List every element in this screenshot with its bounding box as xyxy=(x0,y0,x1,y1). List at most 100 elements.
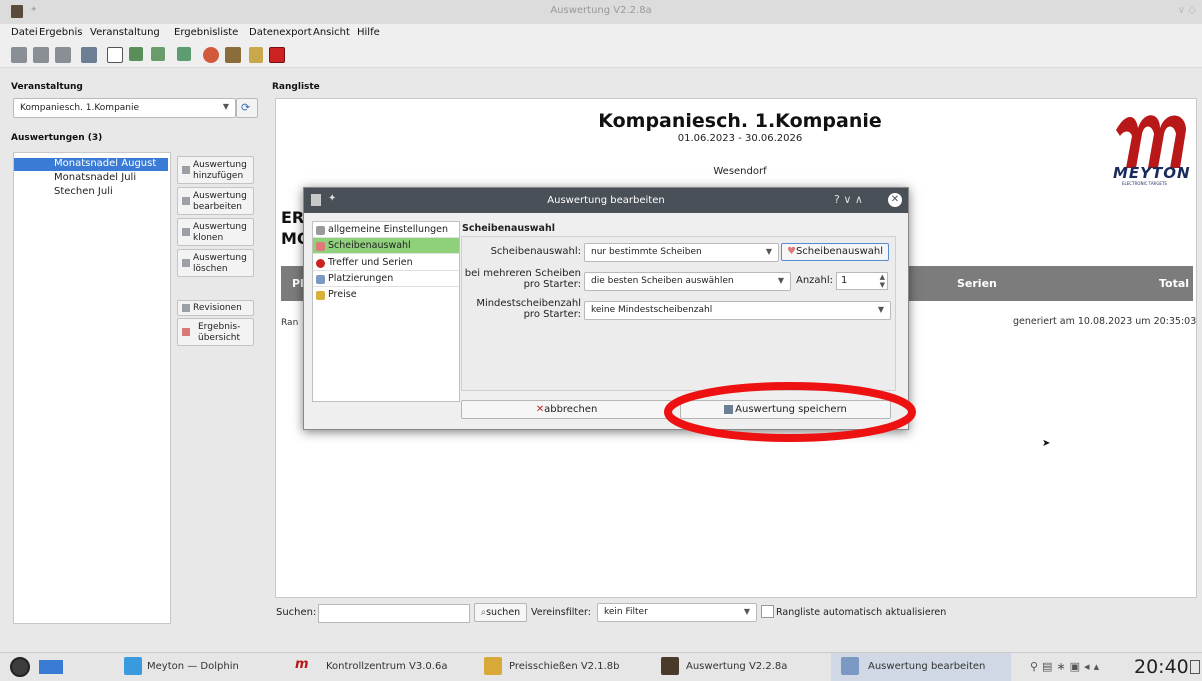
rangliste-title: Rangliste xyxy=(272,82,320,92)
nav-scheibenauswahl-label: Scheibenauswahl xyxy=(328,240,411,251)
show-desktop-icon[interactable] xyxy=(1190,660,1200,674)
menu-ergebnis[interactable]: Ergebnis xyxy=(39,27,82,38)
rangliste-footnote-partial: Ran xyxy=(281,318,299,328)
nav-platzierungen[interactable]: Platzierungen xyxy=(313,271,459,287)
generated-timestamp: generiert am 10.08.2023 um 20:35:03 xyxy=(1013,316,1197,327)
save-icon[interactable] xyxy=(81,47,97,63)
task-preisschiessen[interactable]: Preisschießen V2.1.8b xyxy=(472,653,652,681)
trophy-icon xyxy=(484,657,502,675)
settings-icon xyxy=(316,226,325,235)
menu-ergebnisliste[interactable]: Ergebnisliste xyxy=(174,27,238,38)
anzahl-value: 1 xyxy=(841,275,848,286)
ergebnisuebersicht-button[interactable]: Ergebnis-übersicht xyxy=(177,318,254,346)
delete-icon xyxy=(182,259,190,267)
nav-treffer-label: Treffer und Serien xyxy=(328,257,413,268)
menu-datei[interactable]: Datei xyxy=(11,27,38,38)
reload-veranstaltung-button[interactable]: ⟳ xyxy=(236,98,258,118)
add-auswertung-button[interactable]: Auswertung hinzufügen xyxy=(177,156,254,184)
menu-ansicht[interactable]: Ansicht xyxy=(313,27,350,38)
edit-icon xyxy=(182,197,190,205)
nav-platzierungen-label: Platzierungen xyxy=(328,273,394,284)
html-export-icon[interactable] xyxy=(129,47,143,61)
start-menu-icon[interactable] xyxy=(10,657,30,677)
revisionen-button[interactable]: Revisionen xyxy=(177,300,254,316)
cancel-button[interactable]: ✕abbrechen xyxy=(461,400,672,419)
menu-datenexport[interactable]: Datenexport xyxy=(249,27,312,38)
dialog-title: Auswertung bearbeiten xyxy=(547,195,665,206)
label-mehrere-scheiben: bei mehreren Scheiben pro Starter: xyxy=(464,268,581,290)
task-auswertung-bearbeiten[interactable]: Auswertung bearbeiten xyxy=(831,653,1011,681)
list-item[interactable]: Stechen Juli xyxy=(14,186,168,199)
printer-multi-icon[interactable] xyxy=(33,47,49,63)
task-dolphin[interactable]: Meyton — Dolphin xyxy=(110,653,280,681)
nav-scheibenauswahl[interactable]: Scheibenauswahl xyxy=(313,238,459,254)
label-mindestscheibenzahl: Mindestscheibenzahl pro Starter: xyxy=(476,298,581,320)
clone-auswertung-button[interactable]: Auswertung klonen xyxy=(177,218,254,246)
anzahl-spinbox[interactable]: 1 ▲ ▼ xyxy=(836,272,888,290)
folder-icon xyxy=(124,657,142,675)
printer-icon[interactable] xyxy=(11,47,27,63)
filter-label: Vereinsfilter: xyxy=(531,607,591,618)
task-auswertung[interactable]: Auswertung V2.2.8a xyxy=(649,653,829,681)
exit-icon[interactable] xyxy=(269,47,285,63)
window-controls[interactable]: ∨ ◇ xyxy=(1178,5,1196,16)
ranking-icon xyxy=(316,275,325,284)
dialog-window-icon xyxy=(841,657,859,675)
calendar-icon[interactable] xyxy=(225,47,241,63)
delete-auswertung-button[interactable]: Auswertung löschen xyxy=(177,249,254,277)
close-icon[interactable]: ✕ xyxy=(888,193,902,207)
auto-update-checkbox[interactable] xyxy=(761,605,774,618)
ranking-title-partial-1: ER xyxy=(281,208,305,227)
meyton-logo-sub: ELECTRONIC TARGETS xyxy=(1122,181,1167,186)
task-kontrollzentrum[interactable]: m Kontrollzentrum V3.0.6a xyxy=(283,653,463,681)
add-icon xyxy=(182,166,190,174)
menu-veranstaltung[interactable]: Veranstaltung xyxy=(90,27,160,38)
target-icon[interactable] xyxy=(203,47,219,63)
edit-auswertung-button[interactable]: Auswertung bearbeiten xyxy=(177,187,254,215)
clone-icon xyxy=(182,228,190,236)
toolbar xyxy=(0,41,1202,68)
search-button[interactable]: ⌕suchen xyxy=(474,603,527,622)
event-dates: 01.06.2023 - 30.06.2026 xyxy=(677,133,803,144)
dialog-section-title: Scheibenauswahl xyxy=(462,223,555,234)
task-dolphin-label: Meyton — Dolphin xyxy=(147,661,239,672)
menu-hilfe[interactable]: Hilfe xyxy=(357,27,380,38)
pdf-icon[interactable] xyxy=(107,47,123,63)
task-auswertung-bearbeiten-label: Auswertung bearbeiten xyxy=(868,661,986,672)
nav-preise[interactable]: Preise xyxy=(313,287,459,303)
nav-allgemeine-einstellungen[interactable]: allgemeine Einstellungen xyxy=(313,222,459,238)
list-order-icon[interactable] xyxy=(249,47,263,63)
dialog-window-controls[interactable]: ? ∨ ∧ xyxy=(834,193,863,206)
desktop-switcher-icon[interactable] xyxy=(39,660,63,674)
vereinsfilter-select[interactable]: kein Filter ▼ xyxy=(597,603,757,622)
printer-setup-icon[interactable] xyxy=(55,47,71,63)
system-tray-icons[interactable]: ⚲▤∗▣◂▴ xyxy=(1030,660,1103,673)
mehrere-scheiben-select[interactable]: die besten Scheiben auswählen ▼ xyxy=(584,272,791,291)
mindestscheibenzahl-value: keine Mindestscheibenzahl xyxy=(591,305,713,315)
list-item[interactable]: Monatsnadel August xyxy=(14,158,168,171)
mindestscheibenzahl-select[interactable]: keine Mindestscheibenzahl ▼ xyxy=(584,301,891,320)
taskbar: Meyton — Dolphin m Kontrollzentrum V3.0.… xyxy=(0,652,1202,681)
meyton-m-icon: m xyxy=(295,657,309,672)
trophy-icon xyxy=(316,291,325,300)
auswertungen-list[interactable]: Monatsnadel August Monatsnadel Juli Stec… xyxy=(13,152,171,624)
cancel-button-label: abbrechen xyxy=(544,404,598,415)
chevron-down-icon: ▼ xyxy=(222,102,229,111)
spin-arrows-icon[interactable]: ▲ ▼ xyxy=(880,273,885,289)
scheibenauswahl-select[interactable]: nur bestimmte Scheiben ▼ xyxy=(584,243,779,262)
refresh-icon[interactable] xyxy=(177,47,191,61)
nav-treffer-serien[interactable]: Treffer und Serien xyxy=(313,255,459,271)
list-item[interactable]: Monatsnadel Juli xyxy=(14,172,168,185)
highlight-ellipse xyxy=(664,382,916,442)
vereinsfilter-value: kein Filter xyxy=(604,607,648,617)
nav-allgemeine-label: allgemeine Einstellungen xyxy=(328,224,448,235)
scheibenauswahl-button[interactable]: ♥Scheibenauswahl xyxy=(781,243,889,261)
veranstaltung-select[interactable]: Kompaniesch. 1.Kompanie ▼ xyxy=(13,98,236,118)
scheibenauswahl-button-label: Scheibenauswahl xyxy=(795,246,884,257)
clock[interactable]: 20:40 xyxy=(1134,656,1189,678)
task-kontrollzentrum-label: Kontrollzentrum V3.0.6a xyxy=(326,661,448,672)
csv-export-icon[interactable] xyxy=(151,47,165,61)
search-input[interactable] xyxy=(318,604,470,623)
meyton-logo: MEYTON ELECTRONIC TARGETS xyxy=(1108,108,1193,193)
mehrere-scheiben-value: die besten Scheiben auswählen xyxy=(591,276,734,286)
